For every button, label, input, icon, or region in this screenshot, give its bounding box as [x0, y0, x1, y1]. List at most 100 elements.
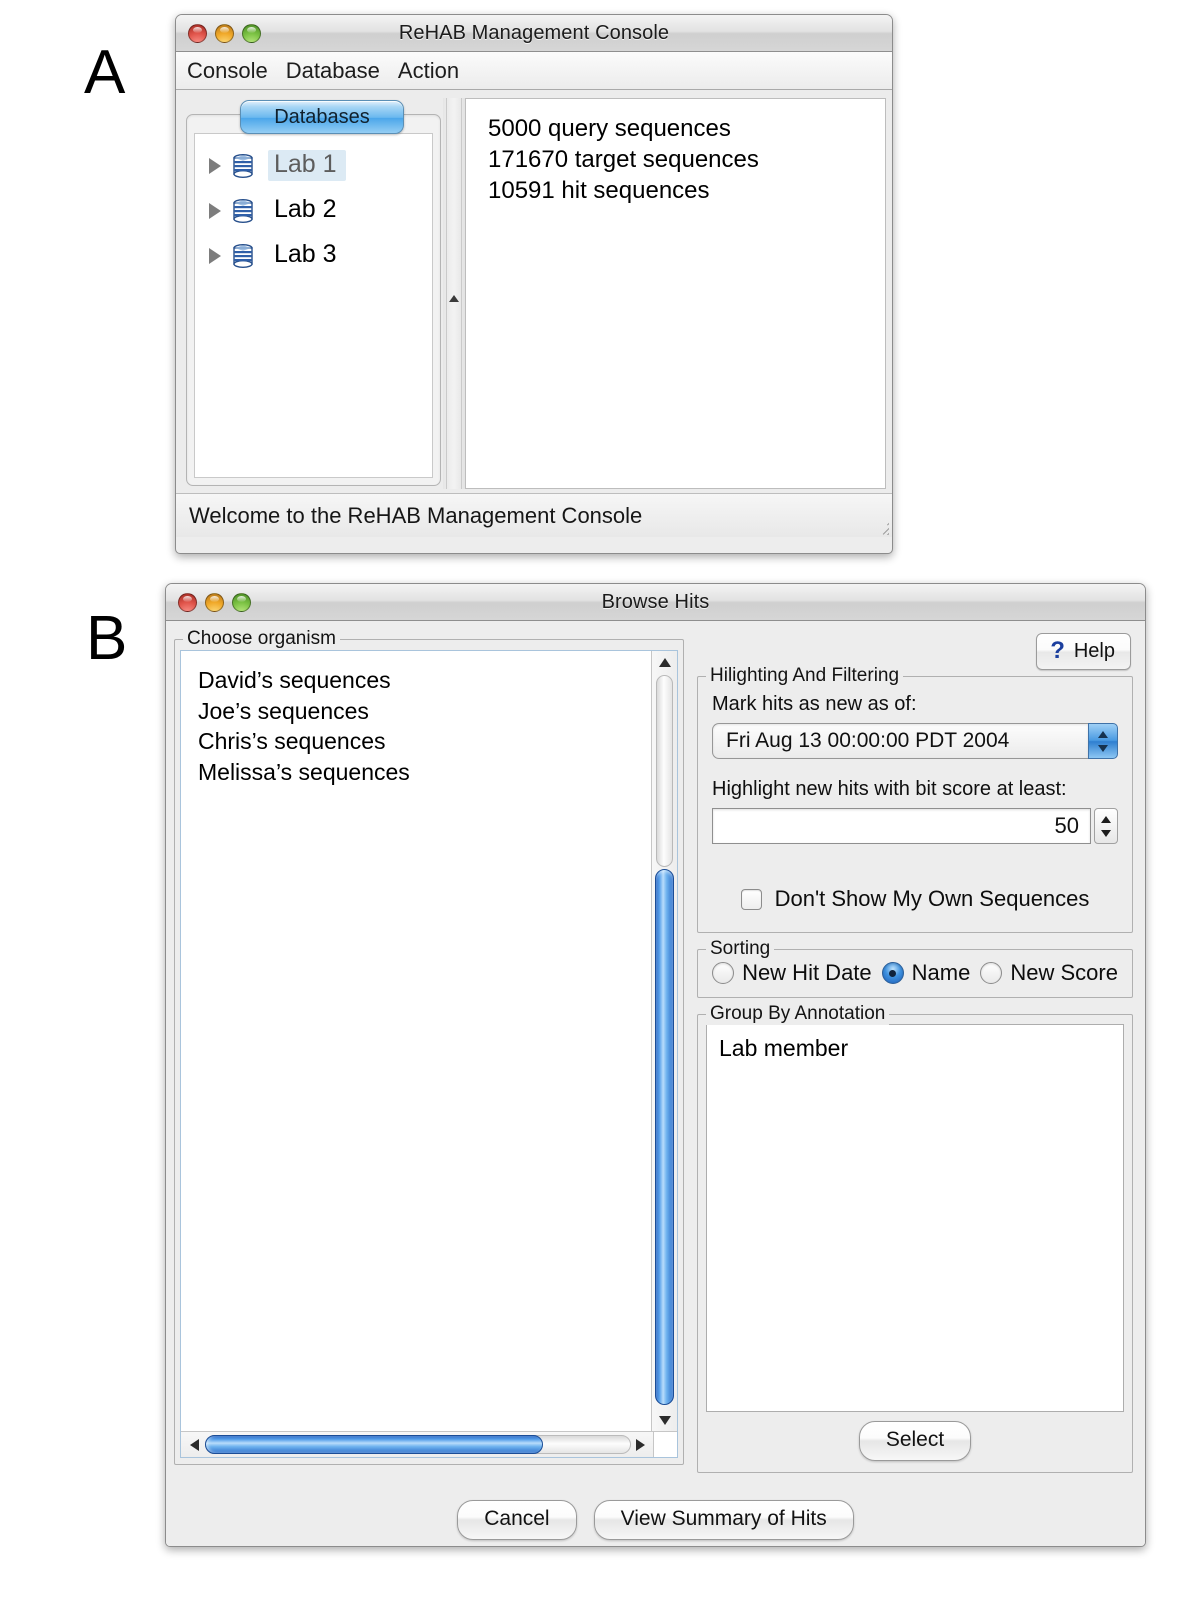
question-mark-icon: ? [1050, 637, 1065, 664]
sorting-legend: Sorting [706, 938, 775, 960]
disclosure-triangle-icon[interactable] [209, 247, 221, 264]
zoom-button-icon[interactable] [232, 593, 251, 612]
mark-hits-label: Mark hits as new as of: [712, 693, 917, 715]
window-a-titlebar[interactable]: ReHAB Management Console [176, 15, 892, 52]
close-button-icon[interactable] [178, 593, 197, 612]
organism-list-container: David’s sequences Joe’s sequences Chris’… [180, 650, 678, 1458]
dont-show-own-sequences-label: Don't Show My Own Sequences [774, 886, 1090, 911]
radio-name-button[interactable] [881, 962, 904, 984]
group-by-annotation-group: Group By Annotation Lab member Select [697, 1003, 1133, 1473]
resize-grip-icon[interactable] [867, 513, 889, 535]
zoom-button-icon[interactable] [242, 24, 261, 43]
radio-new-score-button[interactable] [980, 962, 1003, 984]
databases-tree-list[interactable]: Lab 1 Lab 2 Lab 3 [194, 133, 433, 478]
databases-tree-pane: Databases Lab 1 Lab 2 Lab 3 [182, 98, 443, 489]
vertical-scroll-track[interactable] [656, 675, 673, 867]
date-stepper-up-icon[interactable] [1098, 730, 1108, 738]
window-b-footer: Cancel View Summary of Hits [166, 1473, 1145, 1546]
panel-label-a: A [84, 38, 126, 107]
list-item[interactable]: Chris’s sequences [198, 726, 651, 757]
help-row: ? Help [693, 627, 1137, 670]
window-a-body: Databases Lab 1 Lab 2 Lab 3 5000 query s… [176, 90, 892, 493]
scrollbar-corner [653, 1432, 677, 1457]
organism-list-body: David’s sequences Joe’s sequences Chris’… [181, 651, 677, 1431]
tab-databases[interactable]: Databases [240, 100, 404, 134]
panel-label-b: B [86, 604, 128, 673]
window-a-traffic-lights [188, 24, 261, 43]
browse-hits-options-column: ? Help Hilighting And Filtering Mark hit… [693, 627, 1137, 1473]
hilighting-and-filtering-legend: Hilighting And Filtering [706, 665, 904, 687]
view-summary-of-hits-button[interactable]: View Summary of Hits [593, 1500, 854, 1540]
browse-hits-window: Browse Hits Choose organism David’s sequ… [165, 583, 1146, 1547]
help-button[interactable]: ? Help [1036, 633, 1131, 670]
bit-score-spinner[interactable]: 50 [712, 808, 1118, 844]
mark-hits-date-value[interactable]: Fri Aug 13 00:00:00 PDT 2004 [712, 723, 1088, 759]
tree-row[interactable]: Lab 3 [195, 233, 432, 278]
tree-row[interactable]: Lab 1 [195, 143, 432, 188]
bit-score-stepper-down-icon[interactable] [1101, 829, 1111, 837]
scroll-up-arrow-icon[interactable] [652, 651, 677, 673]
radio-name[interactable]: Name [881, 960, 971, 986]
dont-show-own-sequences-row[interactable]: Don't Show My Own Sequences [712, 886, 1118, 912]
tab-databases-label: Databases [274, 105, 370, 128]
database-icon [232, 198, 254, 223]
window-b-titlebar[interactable]: Browse Hits [166, 584, 1145, 621]
disclosure-triangle-icon[interactable] [209, 202, 221, 219]
bit-score-input[interactable]: 50 [712, 808, 1091, 844]
scroll-right-arrow-icon[interactable] [629, 1432, 651, 1457]
organism-list[interactable]: David’s sequences Joe’s sequences Chris’… [181, 651, 651, 1431]
disclosure-triangle-icon[interactable] [209, 157, 221, 174]
radio-new-score[interactable]: New Score [980, 960, 1118, 986]
mark-hits-date-spinner[interactable]: Fri Aug 13 00:00:00 PDT 2004 [712, 723, 1118, 759]
scroll-left-arrow-icon[interactable] [183, 1432, 205, 1457]
radio-new-hit-date[interactable]: New Hit Date [712, 960, 872, 986]
list-item[interactable]: Lab member [719, 1035, 1123, 1062]
collapse-pane-arrow-icon[interactable] [449, 295, 459, 302]
select-button[interactable]: Select [858, 1421, 972, 1461]
list-item[interactable]: David’s sequences [198, 665, 651, 696]
cancel-button[interactable]: Cancel [457, 1500, 577, 1540]
window-b-traffic-lights [178, 593, 251, 612]
vertical-scroll-thumb[interactable] [655, 869, 674, 1405]
group-by-annotation-legend: Group By Annotation [706, 1003, 890, 1025]
radio-new-hit-date-button[interactable] [712, 962, 735, 984]
hilighting-and-filtering-group: Hilighting And Filtering Mark hits as ne… [697, 665, 1133, 933]
menu-console[interactable]: Console [187, 58, 279, 84]
organism-list-horizontal-scrollbar[interactable] [181, 1431, 677, 1457]
window-a-statusbar: Welcome to the ReHAB Management Console [176, 493, 892, 537]
organism-list-vertical-scrollbar[interactable] [651, 651, 677, 1431]
tree-item-label: Lab 3 [274, 240, 337, 269]
menu-database[interactable]: Database [286, 58, 391, 84]
list-item[interactable]: Joe’s sequences [198, 696, 651, 727]
window-b-body: Choose organism David’s sequences Joe’s … [166, 621, 1145, 1473]
menu-action[interactable]: Action [398, 58, 470, 84]
annotation-list[interactable]: Lab member [706, 1024, 1124, 1412]
info-line-query-sequences: 5000 query sequences [488, 115, 731, 142]
window-a-title: ReHAB Management Console [398, 21, 670, 44]
info-line-hit-sequences: 10591 hit sequences [488, 177, 710, 205]
scroll-down-arrow-icon[interactable] [652, 1409, 677, 1431]
sorting-group: Sorting New Hit Date Name New Score [697, 938, 1133, 998]
horizontal-scroll-thumb[interactable] [205, 1435, 543, 1454]
split-pane-divider[interactable] [443, 98, 465, 489]
database-icon [232, 243, 254, 268]
minimize-button-icon[interactable] [205, 593, 224, 612]
close-button-icon[interactable] [188, 24, 207, 43]
tree-item-label: Lab 1 [268, 150, 346, 181]
date-stepper-down-icon[interactable] [1098, 744, 1108, 752]
minimize-button-icon[interactable] [215, 24, 234, 43]
info-line-target-sequences: 171670 target sequences [488, 146, 759, 174]
tree-row[interactable]: Lab 2 [195, 188, 432, 233]
dont-show-own-sequences-checkbox[interactable] [740, 888, 762, 910]
radio-name-label: Name [911, 960, 971, 985]
date-stepper-buttons[interactable] [1088, 723, 1118, 759]
bit-score-stepper-up-icon[interactable] [1101, 815, 1111, 823]
database-icon [232, 153, 254, 178]
list-item[interactable]: Melissa’s sequences [198, 757, 651, 788]
database-info-pane: 5000 query sequences 171670 target seque… [465, 98, 886, 489]
choose-organism-legend: Choose organism [183, 628, 340, 650]
help-button-label: Help [1073, 639, 1115, 662]
tree-item-label: Lab 2 [274, 195, 337, 224]
bit-score-stepper-buttons[interactable] [1094, 808, 1118, 844]
radio-new-score-label: New Score [1010, 960, 1118, 985]
